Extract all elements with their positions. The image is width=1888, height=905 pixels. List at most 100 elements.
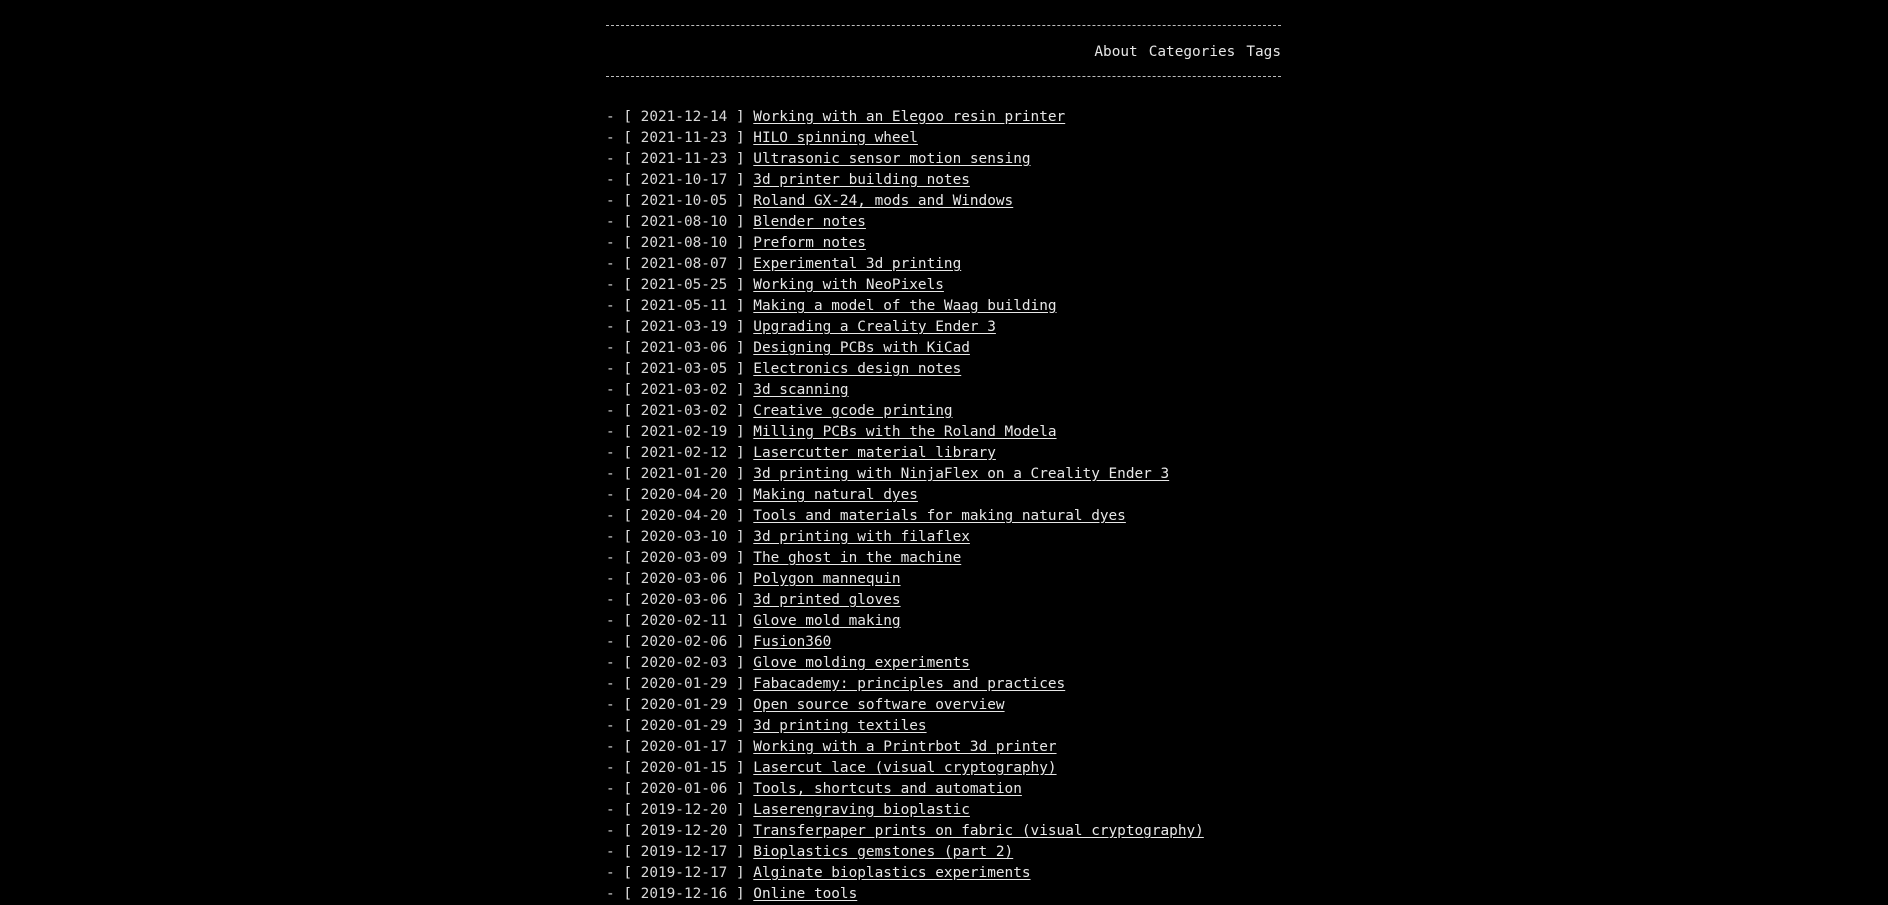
post-title-link[interactable]: 3d printing textiles xyxy=(753,718,926,734)
post-date: 2021-03-02 xyxy=(640,403,728,419)
post-title-link[interactable]: Glove molding experiments xyxy=(753,655,970,671)
post-title-link[interactable]: Lasercutter material library xyxy=(753,445,996,461)
post-bullet-dash: - xyxy=(606,445,624,461)
post-date: 2019-12-20 xyxy=(640,802,728,818)
post-list-item: - [ 2020-03-09 ] The ghost in the machin… xyxy=(606,550,962,566)
post-list-item: - [ 2019-12-16 ] Online tools xyxy=(606,886,858,902)
post-list-item: - [ 2021-03-02 ] Creative gcode printing xyxy=(606,403,953,419)
post-title-link[interactable]: Glove mold making xyxy=(753,613,900,629)
post-bullet-dash: - xyxy=(606,277,624,293)
post-title-link[interactable]: Preform notes xyxy=(753,235,866,251)
post-title-link[interactable]: Fabacademy: principles and practices xyxy=(753,676,1065,692)
post-title-link[interactable]: Roland GX-24, mods and Windows xyxy=(753,193,1013,209)
post-date: 2021-12-14 xyxy=(640,109,728,125)
post-title-link[interactable]: Working with a Printrbot 3d printer xyxy=(753,739,1056,755)
post-title-link[interactable]: Upgrading a Creality Ender 3 xyxy=(753,319,996,335)
post-date: 2020-01-17 xyxy=(640,739,728,755)
post-date: 2021-03-02 xyxy=(640,382,728,398)
post-title-link[interactable]: Bioplastics gemstones (part 2) xyxy=(753,844,1013,860)
post-list-item: - [ 2020-01-06 ] Tools, shortcuts and au… xyxy=(606,781,1022,797)
post-date: 2020-02-06 xyxy=(640,634,728,650)
post-bullet-dash: - xyxy=(606,655,624,671)
post-title-link[interactable]: Lasercut lace (visual cryptography) xyxy=(753,760,1056,776)
post-list-item: - [ 2020-04-20 ] Making natural dyes xyxy=(606,487,918,503)
post-date: 2020-02-03 xyxy=(640,655,728,671)
post-date: 2020-03-10 xyxy=(640,529,728,545)
post-date: 2019-12-20 xyxy=(640,823,728,839)
post-title-link[interactable]: Fusion360 xyxy=(753,634,831,650)
post-bullet-dash: - xyxy=(606,718,624,734)
nav-link-about[interactable]: About xyxy=(1094,42,1137,67)
post-bullet-dash: - xyxy=(606,592,624,608)
post-date: 2021-08-07 xyxy=(640,256,728,272)
post-list-item: - [ 2020-04-20 ] Tools and materials for… xyxy=(606,508,1126,524)
post-title-link[interactable]: Tools and materials for making natural d… xyxy=(753,508,1126,524)
post-title-link[interactable]: HILO spinning wheel xyxy=(753,130,918,146)
post-title-link[interactable]: Electronics design notes xyxy=(753,361,961,377)
post-list-item: - [ 2021-03-19 ] Upgrading a Creality En… xyxy=(606,319,996,335)
post-list-item: - [ 2021-11-23 ] HILO spinning wheel xyxy=(606,130,918,146)
post-list-item: - [ 2021-03-02 ] 3d scanning xyxy=(606,382,849,398)
post-title-link[interactable]: Ultrasonic sensor motion sensing xyxy=(753,151,1030,167)
post-title-link[interactable]: Making natural dyes xyxy=(753,487,918,503)
post-bullet-dash: - xyxy=(606,298,624,314)
post-list-item: - [ 2021-08-07 ] Experimental 3d printin… xyxy=(606,256,962,272)
post-title-link[interactable]: 3d printer building notes xyxy=(753,172,970,188)
post-title-link[interactable]: 3d printing with NinjaFlex on a Creality… xyxy=(753,466,1169,482)
post-title-link[interactable]: Polygon mannequin xyxy=(753,571,900,587)
post-title-link[interactable]: 3d printed gloves xyxy=(753,592,900,608)
post-bullet-dash: - xyxy=(606,550,624,566)
post-title-link[interactable]: Alginate bioplastics experiments xyxy=(753,865,1030,881)
post-bullet-dash: - xyxy=(606,466,624,482)
post-title-link[interactable]: 3d printing with filaflex xyxy=(753,529,970,545)
page-container: About Categories Tags - [ 2021-12-14 ] W… xyxy=(606,0,1281,905)
post-list-item: - [ 2020-01-29 ] Fabacademy: principles … xyxy=(606,676,1066,692)
post-date: 2020-04-20 xyxy=(640,487,728,503)
post-bullet-dash: - xyxy=(606,739,624,755)
post-title-link[interactable]: Blender notes xyxy=(753,214,866,230)
post-date: 2020-03-09 xyxy=(640,550,728,566)
post-title-link[interactable]: Designing PCBs with KiCad xyxy=(753,340,970,356)
post-title-link[interactable]: Experimental 3d printing xyxy=(753,256,961,272)
post-date: 2020-02-11 xyxy=(640,613,728,629)
nav-link-categories[interactable]: Categories xyxy=(1149,42,1236,67)
post-list-item: - [ 2020-03-06 ] Polygon mannequin xyxy=(606,571,901,587)
post-bullet-dash: - xyxy=(606,319,624,335)
post-title-link[interactable]: Working with an Elegoo resin printer xyxy=(753,109,1065,125)
post-title-link[interactable]: Open source software overview xyxy=(753,697,1004,713)
post-list-item: - [ 2021-03-06 ] Designing PCBs with KiC… xyxy=(606,340,970,356)
post-title-link[interactable]: Creative gcode printing xyxy=(753,403,952,419)
post-date: 2021-10-17 xyxy=(640,172,728,188)
post-bullet-dash: - xyxy=(606,109,624,125)
post-date: 2021-02-19 xyxy=(640,424,728,440)
post-list-item: - [ 2020-02-03 ] Glove molding experimen… xyxy=(606,655,970,671)
post-date: 2020-01-29 xyxy=(640,676,728,692)
post-list: - [ 2021-12-14 ] Working with an Elegoo … xyxy=(606,107,1281,905)
post-list-item: - [ 2021-12-14 ] Working with an Elegoo … xyxy=(606,109,1066,125)
post-bullet-dash: - xyxy=(606,571,624,587)
post-title-link[interactable]: 3d scanning xyxy=(753,382,848,398)
post-bullet-dash: - xyxy=(606,529,624,545)
post-title-link[interactable]: The ghost in the machine xyxy=(753,550,961,566)
post-date: 2021-08-10 xyxy=(640,235,728,251)
post-title-link[interactable]: Milling PCBs with the Roland Modela xyxy=(753,424,1056,440)
post-bullet-dash: - xyxy=(606,214,624,230)
post-bullet-dash: - xyxy=(606,151,624,167)
post-title-link[interactable]: Making a model of the Waag building xyxy=(753,298,1056,314)
nav-link-tags[interactable]: Tags xyxy=(1246,42,1281,67)
post-date: 2021-03-05 xyxy=(640,361,728,377)
post-date: 2021-11-23 xyxy=(640,151,728,167)
post-title-link[interactable]: Laserengraving bioplastic xyxy=(753,802,970,818)
post-list-item: - [ 2019-12-20 ] Transferpaper prints on… xyxy=(606,823,1204,839)
post-bullet-dash: - xyxy=(606,382,624,398)
post-list-item: - [ 2021-11-23 ] Ultrasonic sensor motio… xyxy=(606,151,1031,167)
post-bullet-dash: - xyxy=(606,634,624,650)
post-title-link[interactable]: Tools, shortcuts and automation xyxy=(753,781,1022,797)
post-title-link[interactable]: Transferpaper prints on fabric (visual c… xyxy=(753,823,1204,839)
post-date: 2021-03-19 xyxy=(640,319,728,335)
post-bullet-dash: - xyxy=(606,130,624,146)
post-title-link[interactable]: Working with NeoPixels xyxy=(753,277,944,293)
post-bullet-dash: - xyxy=(606,697,624,713)
top-nav: About Categories Tags xyxy=(606,26,1281,76)
post-list-item: - [ 2021-02-19 ] Milling PCBs with the R… xyxy=(606,424,1057,440)
